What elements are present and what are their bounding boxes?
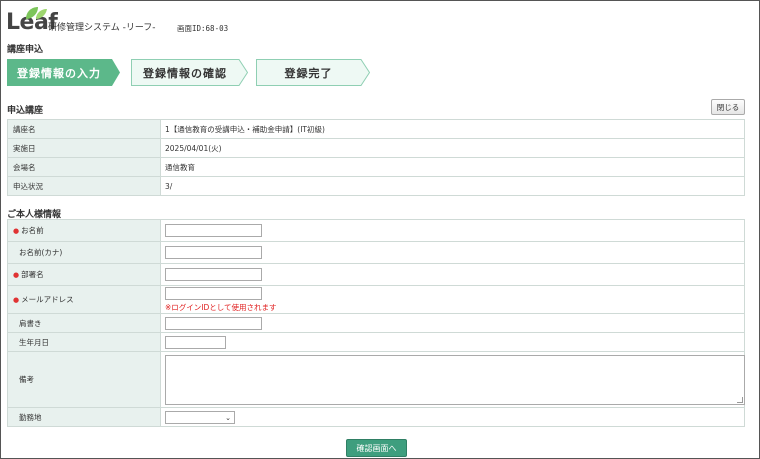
form-row-name-kana: お名前(カナ) — [7, 241, 745, 264]
name-input[interactable] — [165, 224, 262, 237]
table-row: 講座名 1【通信教育の受講申込・補助金申請】(IT初級) — [7, 119, 745, 139]
course-name-label: 講座名 — [7, 119, 161, 139]
required-mark: ● — [13, 296, 20, 304]
department-input[interactable] — [165, 268, 262, 281]
step-confirm: 登録情報の確認 — [131, 59, 249, 86]
course-date-value: 2025/04/01(火) — [160, 138, 745, 158]
system-name: 研修管理システム -リーフ- — [48, 23, 156, 33]
form-row-department: ● 部署名 — [7, 263, 745, 286]
email-input[interactable] — [165, 286, 262, 300]
app-header: Leaf 研修管理システム -リーフ- 画面ID:68-03 — [6, 6, 306, 36]
form-row-remarks: 備考 — [7, 351, 745, 408]
form-row-workplace: 勤務地 ⌄ — [7, 407, 745, 427]
name-label: お名前 — [21, 226, 44, 235]
birthdate-label: 生年月日 — [19, 337, 49, 347]
department-label: 部署名 — [21, 270, 44, 279]
required-mark: ● — [13, 227, 20, 235]
status-value: 3/ — [160, 176, 745, 196]
table-row: 会場名 通信教育 — [7, 157, 745, 177]
form-row-name: ● お名前 — [7, 219, 745, 242]
remarks-textarea[interactable] — [165, 354, 745, 405]
workplace-label: 勤務地 — [19, 412, 42, 422]
title-input[interactable] — [165, 316, 262, 330]
table-row: 実施日 2025/04/01(火) — [7, 138, 745, 158]
page-title: 講座申込 — [7, 45, 44, 55]
required-mark: ● — [13, 271, 20, 279]
email-label: メールアドレス — [21, 295, 74, 304]
birthdate-input[interactable] — [165, 335, 226, 349]
email-note: ※ログインIDとして使用されます — [165, 302, 277, 312]
screen-id: 画面ID:68-03 — [177, 24, 229, 33]
table-row: 申込状況 3/ — [7, 176, 745, 196]
title-label: 肩書き — [19, 318, 42, 328]
course-date-label: 実施日 — [7, 138, 161, 158]
workplace-select[interactable]: ⌄ — [165, 410, 235, 424]
course-section-title: 申込講座 — [7, 106, 44, 116]
name-kana-input[interactable] — [165, 246, 262, 259]
leaf-icon — [26, 7, 47, 19]
course-name-value: 1【通信教育の受講申込・補助金申請】(IT初級) — [160, 119, 745, 139]
step-input: 登録情報の入力 — [7, 59, 121, 86]
chevron-down-icon: ⌄ — [225, 413, 231, 422]
course-table: 講座名 1【通信教育の受講申込・補助金申請】(IT初級) 実施日 2025/04… — [7, 119, 745, 196]
venue-value: 通信教育 — [160, 157, 745, 177]
progress-steps: 登録情報の入力 登録情報の確認 登録完了 — [7, 59, 377, 86]
form-row-title: 肩書き — [7, 313, 745, 333]
confirm-button[interactable]: 確認画面へ — [346, 439, 407, 457]
close-button[interactable]: 閉じる — [711, 99, 745, 115]
form-row-birthdate: 生年月日 — [7, 332, 745, 352]
step-complete: 登録完了 — [256, 59, 371, 86]
name-kana-label: お名前(カナ) — [19, 248, 63, 257]
remarks-label: 備考 — [19, 375, 34, 384]
status-label: 申込状況 — [7, 176, 161, 196]
applicant-form-table: ● お名前 お名前(カナ) ● 部署名 ● メールアドレス ※ログインIDとして使用さ… — [7, 219, 745, 427]
venue-label: 会場名 — [7, 157, 161, 177]
form-row-email: ● メールアドレス ※ログインIDとして使用されます — [7, 285, 745, 314]
